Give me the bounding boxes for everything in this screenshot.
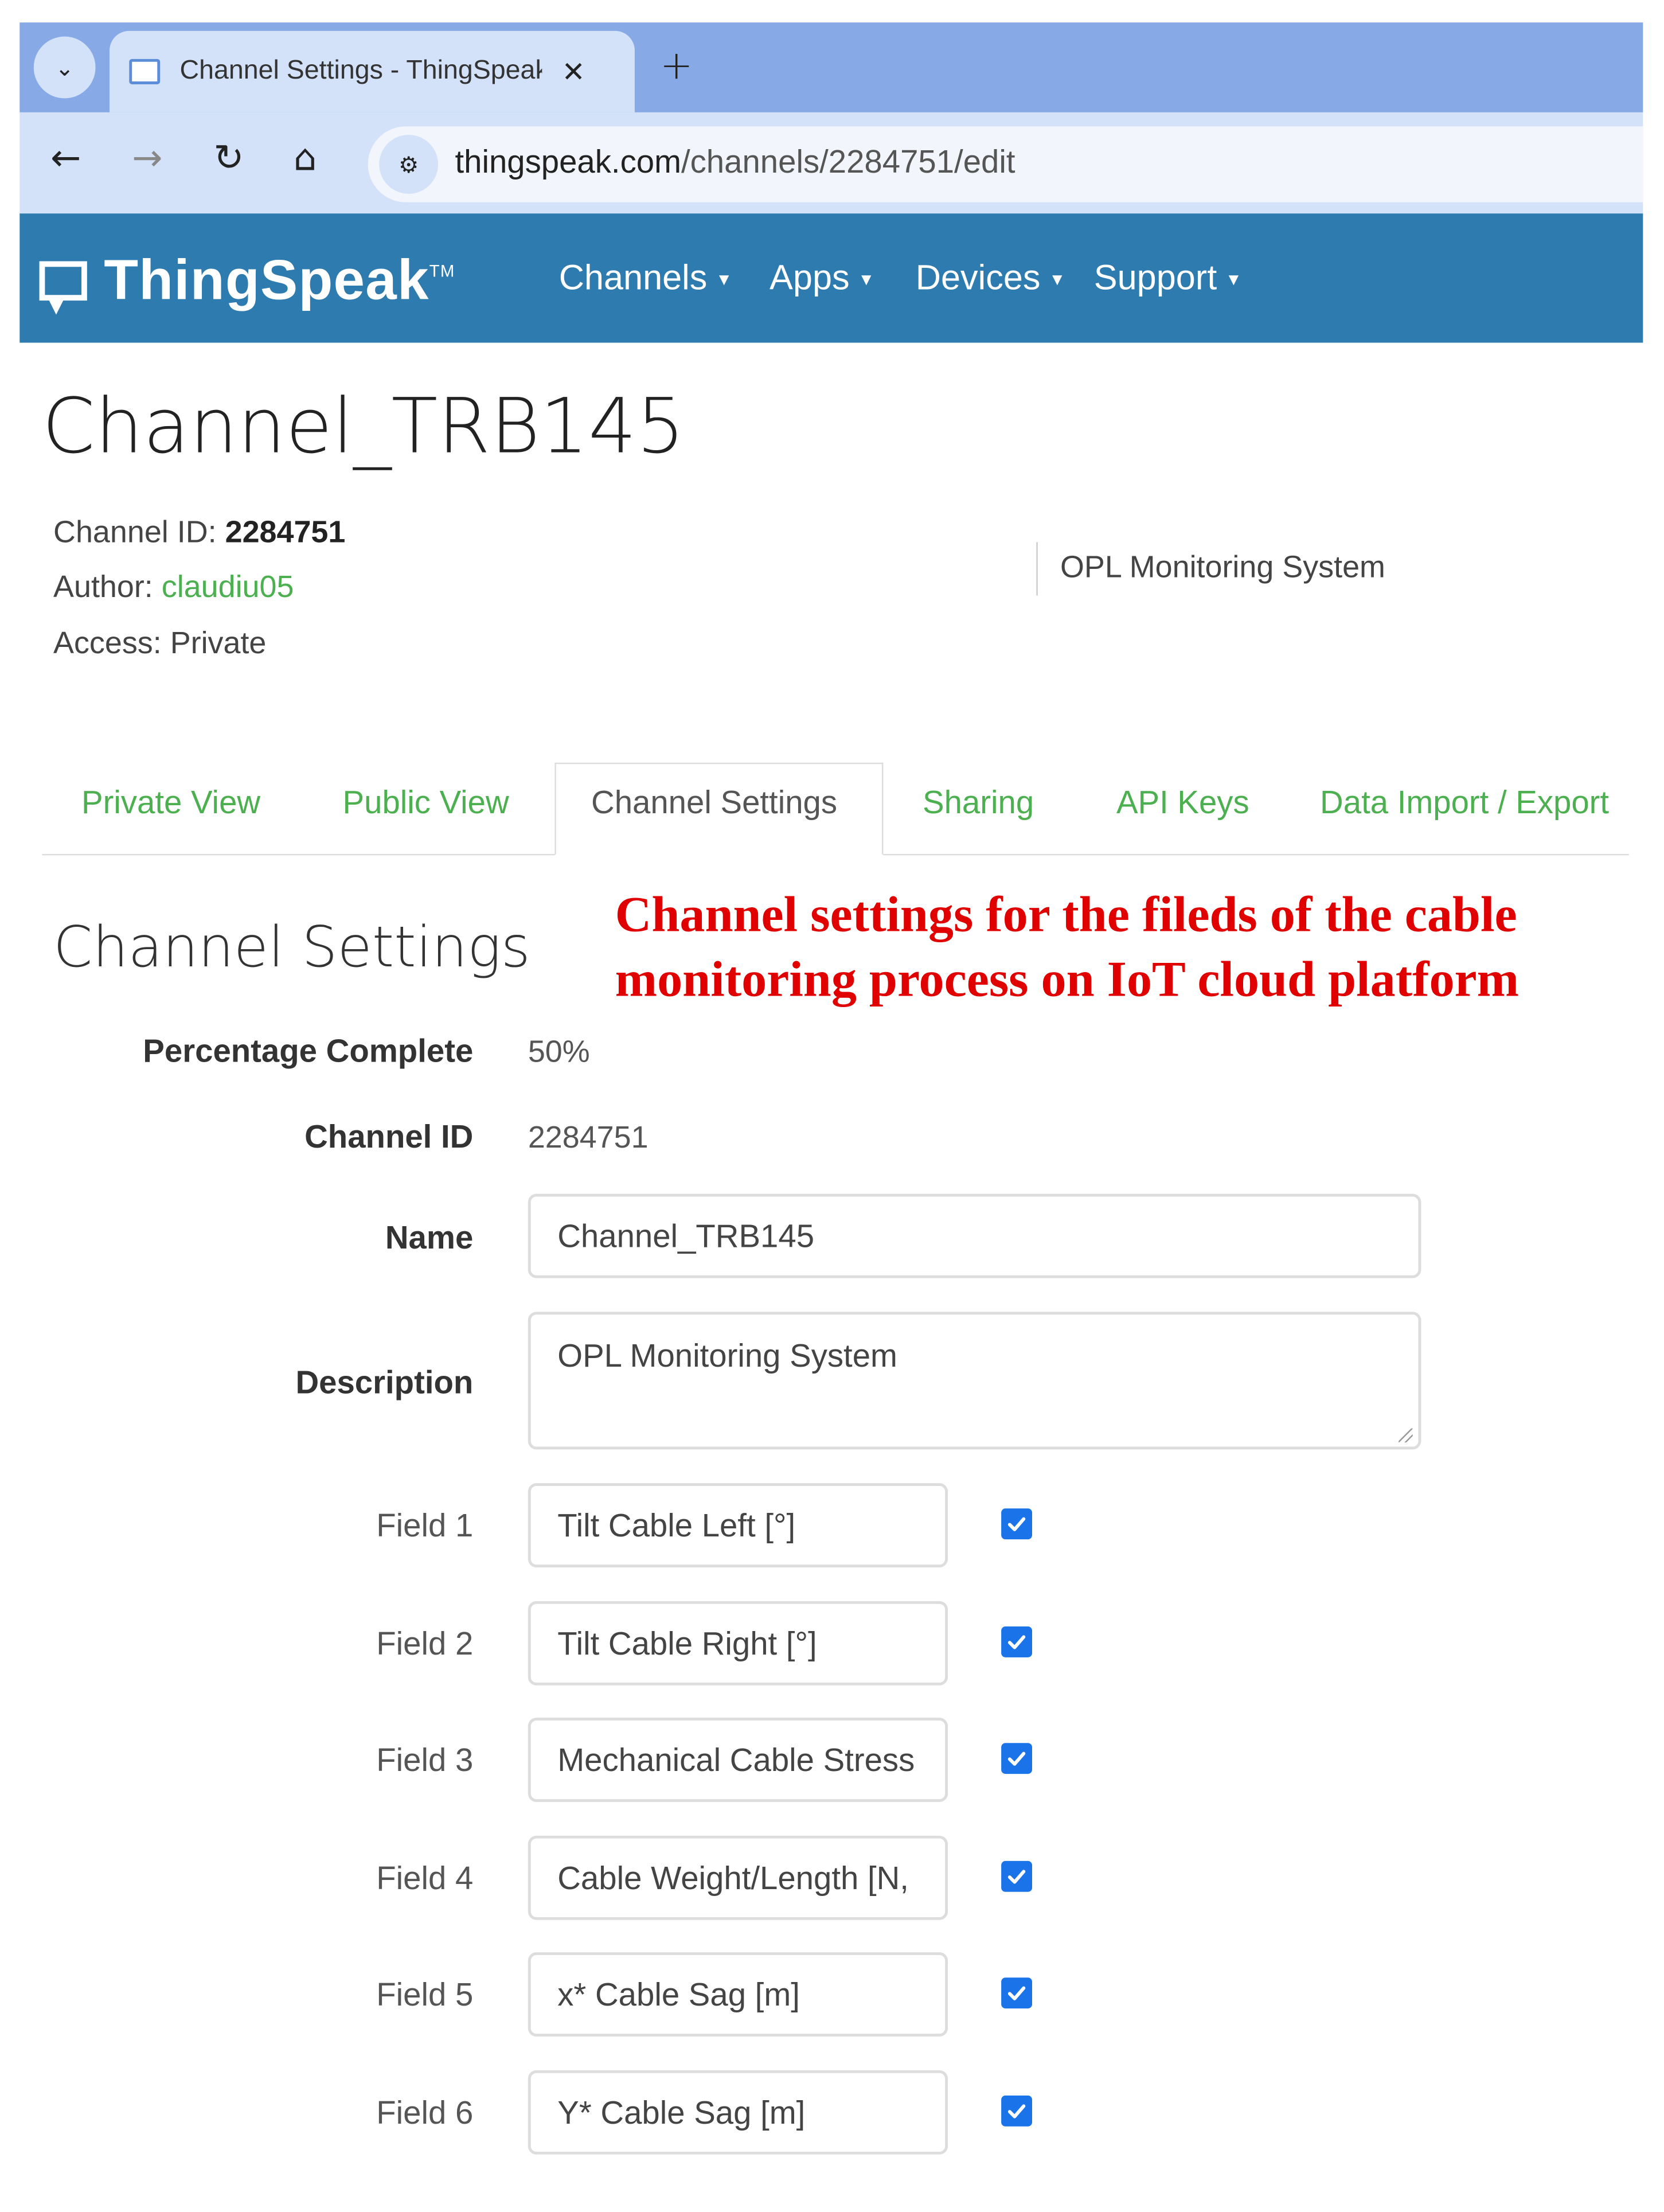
caret-down-icon: ▼ xyxy=(858,268,875,289)
name-input-value: Channel_TRB145 xyxy=(557,1217,815,1254)
url-text[interactable]: thingspeak.com/channels/2284751/edit xyxy=(455,143,1015,181)
field-label: Field 1 xyxy=(376,1507,474,1544)
field-name-input[interactable]: Tilt Cable Right [°] xyxy=(528,1601,948,1686)
checkmark-icon xyxy=(1007,1517,1026,1531)
annotation-line-1: Channel settings for the fileds of the c… xyxy=(615,886,1517,943)
field-name-input[interactable]: x* Cable Sag [m] xyxy=(528,1952,948,2037)
field-name-input[interactable]: Y* Cable Sag [m] xyxy=(528,2070,948,2155)
speech-bubble-icon xyxy=(129,58,161,84)
brand-name: ThingSpeak xyxy=(104,249,429,312)
chevron-down-icon: ⌄ xyxy=(55,54,75,81)
nav-label: Devices xyxy=(915,258,1041,298)
tab-public-view[interactable]: Public View xyxy=(343,784,509,822)
caret-down-icon: ▼ xyxy=(716,268,733,289)
channel-id-form-value: 2284751 xyxy=(528,1119,649,1155)
channel-id-label: Channel ID: xyxy=(53,514,217,549)
percentage-value: 50% xyxy=(528,1033,590,1069)
field-name-value: x* Cable Sag [m] xyxy=(557,1975,800,2012)
author-line: Author: claudiu05 xyxy=(53,569,294,606)
access-label: Access: xyxy=(53,625,162,661)
field-enabled-checkbox[interactable] xyxy=(1001,1977,1033,2009)
description-label: Description xyxy=(295,1363,474,1400)
field-name-value: Tilt Cable Left [°] xyxy=(557,1506,796,1543)
channel-description: OPL Monitoring System xyxy=(1060,549,1385,584)
access-line: Access: Private xyxy=(53,625,266,662)
thingspeak-logo-icon xyxy=(39,261,87,301)
tab-channel-settings[interactable]: Channel Settings xyxy=(591,784,837,822)
checkmark-icon xyxy=(1007,1751,1026,1766)
field-name-value: Mechanical Cable Stress xyxy=(557,1741,915,1778)
brand-logo[interactable]: ThingSpeakTM xyxy=(104,250,455,313)
url-host: thingspeak.com xyxy=(455,143,681,180)
field-label: Field 3 xyxy=(376,1741,474,1778)
caret-down-icon: ▼ xyxy=(1225,268,1243,289)
field-name-input[interactable]: Tilt Cable Left [°] xyxy=(528,1483,948,1568)
nav-label: Channels xyxy=(558,258,708,298)
field-label: Field 6 xyxy=(376,2094,474,2131)
trademark: TM xyxy=(429,261,455,281)
tab-sharing[interactable]: Sharing xyxy=(923,784,1034,822)
field-name-value: Y* Cable Sag [m] xyxy=(557,2093,806,2130)
tab-data-import-export[interactable]: Data Import / Export xyxy=(1320,784,1609,822)
checkmark-icon xyxy=(1007,2104,1026,2119)
checkmark-icon xyxy=(1007,1635,1026,1649)
checkmark-icon xyxy=(1007,1870,1026,1884)
caret-down-icon: ▼ xyxy=(1049,268,1066,289)
field-label: Field 2 xyxy=(376,1625,474,1662)
field-enabled-checkbox[interactable] xyxy=(1001,1860,1033,1892)
checkmark-icon xyxy=(1007,1986,1026,2000)
nav-channels[interactable]: Channels ▼ xyxy=(559,259,733,299)
nav-label: Support xyxy=(1093,258,1217,298)
tab-private-view[interactable]: Private View xyxy=(81,784,260,822)
settings-heading: Channel Settings xyxy=(53,915,530,981)
nav-apps[interactable]: Apps ▼ xyxy=(769,259,874,299)
field-name-input[interactable]: Cable Weight/Length [N, xyxy=(528,1835,948,1920)
field-enabled-checkbox[interactable] xyxy=(1001,1626,1033,1657)
close-icon[interactable]: ✕ xyxy=(562,55,585,89)
nav-label: Apps xyxy=(769,258,850,298)
thingspeak-logo-tail xyxy=(48,298,65,315)
channel-title: Channel_TRB145 xyxy=(42,382,685,471)
tab-search-button[interactable]: ⌄ xyxy=(33,36,96,99)
percentage-label: Percentage Complete xyxy=(143,1032,474,1069)
arrow-right-icon[interactable]: → xyxy=(132,138,162,180)
channel-id-line: Channel ID: 2284751 xyxy=(53,514,345,551)
resize-handle-icon[interactable] xyxy=(1399,1428,1413,1443)
channel-id-form-label: Channel ID xyxy=(304,1118,474,1155)
reload-icon[interactable]: ↻ xyxy=(213,138,244,180)
plus-icon[interactable]: + xyxy=(660,42,693,88)
description-textarea-value: OPL Monitoring System xyxy=(557,1337,897,1374)
annotation-line-2: monitoring process on IoT cloud platform xyxy=(615,950,1520,1007)
url-path: /channels/2284751/edit xyxy=(681,143,1015,180)
arrow-left-icon[interactable]: ← xyxy=(50,138,81,180)
field-name-value: Tilt Cable Right [°] xyxy=(557,1624,817,1661)
home-icon[interactable]: ⌂ xyxy=(294,138,317,180)
field-enabled-checkbox[interactable] xyxy=(1001,1508,1033,1540)
field-enabled-checkbox[interactable] xyxy=(1001,2095,1033,2127)
browser-tab[interactable]: Channel Settings - ThingSpeak ✕ xyxy=(110,30,635,112)
nav-support[interactable]: Support ▼ xyxy=(1094,259,1242,299)
field-name-input[interactable]: Mechanical Cable Stress xyxy=(528,1718,948,1803)
screenshot-stage: ⌄ Channel Settings - ThingSpeak ✕ + ← → … xyxy=(0,0,1664,2212)
channel-id-value: 2284751 xyxy=(225,514,346,549)
tab-api-keys[interactable]: API Keys xyxy=(1116,784,1249,822)
figure-annotation: Channel settings for the fileds of the c… xyxy=(615,882,1519,1011)
author-link[interactable]: claudiu05 xyxy=(162,569,294,604)
description-textarea[interactable]: OPL Monitoring System xyxy=(528,1312,1421,1450)
tune-icon: ⚙ xyxy=(399,151,419,178)
field-label: Field 5 xyxy=(376,1976,474,2013)
site-info-button[interactable]: ⚙ xyxy=(379,135,439,194)
field-label: Field 4 xyxy=(376,1859,474,1897)
access-value: Private xyxy=(170,625,267,661)
field-name-value: Cable Weight/Length [N, xyxy=(557,1859,909,1895)
browser-tab-title: Channel Settings - ThingSpeak xyxy=(179,56,542,86)
author-label: Author: xyxy=(53,568,153,604)
nav-devices[interactable]: Devices ▼ xyxy=(916,259,1066,299)
name-label: Name xyxy=(385,1219,474,1256)
name-input[interactable]: Channel_TRB145 xyxy=(528,1193,1421,1278)
header-divider xyxy=(1036,542,1038,596)
field-enabled-checkbox[interactable] xyxy=(1001,1743,1033,1774)
